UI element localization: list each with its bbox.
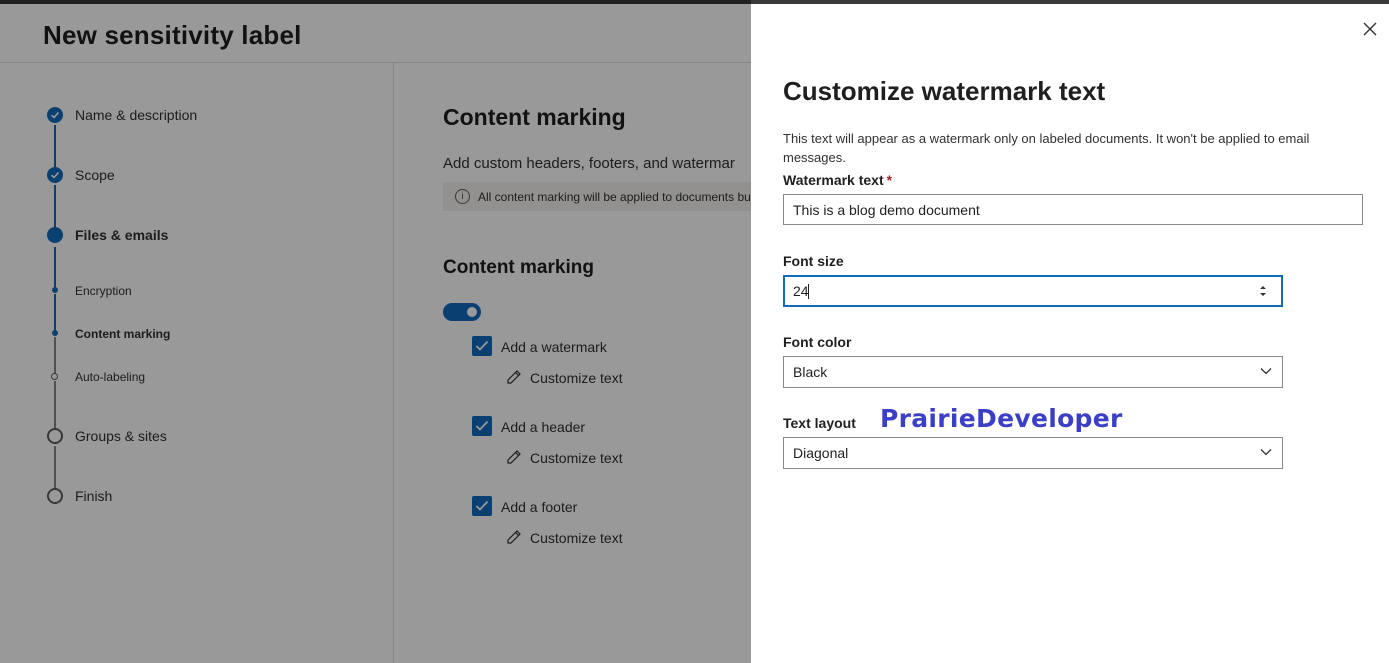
text-layout-value: Diagonal <box>793 445 849 461</box>
font-size-label: Font size <box>783 253 844 269</box>
text-cursor <box>808 284 809 299</box>
required-marker: * <box>886 172 893 188</box>
panel-description: This text will appear as a watermark onl… <box>783 131 1310 165</box>
watermark-brand: PrairieDeveloper <box>880 404 1123 433</box>
font-color-dropdown[interactable]: Black <box>783 356 1283 388</box>
customize-watermark-panel: Customize watermark text This text will … <box>751 4 1389 663</box>
modal-overlay[interactable] <box>0 0 751 663</box>
text-layout-dropdown[interactable]: Diagonal <box>783 437 1283 469</box>
watermark-text-label: Watermark text * <box>783 172 893 188</box>
text-layout-label: Text layout <box>783 415 856 431</box>
panel-title: Customize watermark text <box>783 76 1106 106</box>
watermark-text-input[interactable] <box>783 194 1363 225</box>
close-button[interactable] <box>1361 20 1379 38</box>
chevron-down-icon <box>1260 449 1272 456</box>
chevron-down-icon <box>1260 368 1272 375</box>
spin-arrows-icon[interactable] <box>1259 284 1267 298</box>
font-color-label: Font color <box>783 334 852 350</box>
font-size-input[interactable]: 24 <box>783 275 1283 307</box>
font-color-value: Black <box>793 364 828 380</box>
font-size-value: 24 <box>793 283 809 299</box>
close-icon <box>1363 22 1377 36</box>
